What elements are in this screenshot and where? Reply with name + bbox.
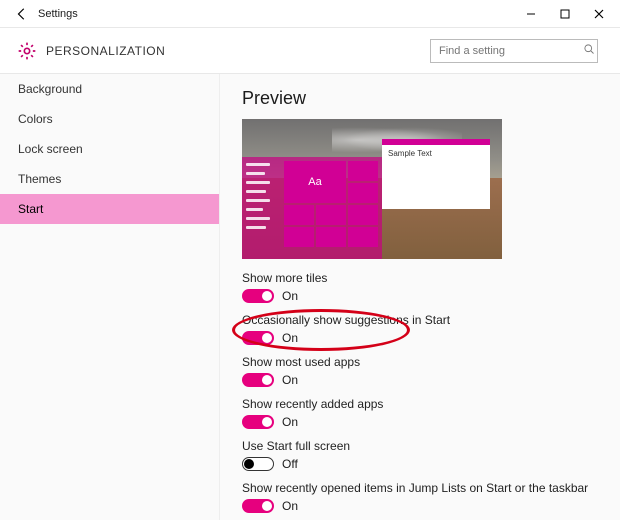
setting-label: Show more tiles bbox=[242, 271, 606, 285]
window-title: Settings bbox=[38, 8, 78, 20]
setting-row: Show recently added apps On bbox=[242, 397, 606, 429]
search-box[interactable] bbox=[430, 39, 598, 63]
setting-row: Show most used apps On bbox=[242, 355, 606, 387]
toggle-switch[interactable] bbox=[242, 289, 274, 303]
setting-label: Occasionally show suggestions in Start bbox=[242, 313, 606, 327]
toggle-state-label: On bbox=[282, 415, 298, 429]
toggle-switch[interactable] bbox=[242, 415, 274, 429]
back-button[interactable] bbox=[10, 2, 34, 26]
minimize-button[interactable] bbox=[514, 0, 548, 28]
gear-icon bbox=[16, 40, 38, 62]
maximize-button[interactable] bbox=[548, 0, 582, 28]
titlebar: Settings bbox=[0, 0, 620, 28]
sidebar-item-lock-screen[interactable]: Lock screen bbox=[0, 134, 219, 164]
toggle-state-label: Off bbox=[282, 457, 298, 471]
search-icon bbox=[583, 43, 595, 58]
page-title: PERSONALIZATION bbox=[46, 44, 165, 58]
setting-row: Show more tiles On bbox=[242, 271, 606, 303]
toggle-state-label: On bbox=[282, 289, 298, 303]
setting-row: Show recently opened items in Jump Lists… bbox=[242, 481, 606, 513]
setting-row: Use Start full screen Off bbox=[242, 439, 606, 471]
toggle-switch[interactable] bbox=[242, 373, 274, 387]
preview-start-panel: Aa bbox=[242, 157, 382, 259]
page-header: PERSONALIZATION bbox=[0, 28, 620, 74]
toggle-switch[interactable] bbox=[242, 499, 274, 513]
setting-label: Show recently added apps bbox=[242, 397, 606, 411]
content-pane: Preview Aa bbox=[220, 74, 620, 520]
setting-label: Use Start full screen bbox=[242, 439, 606, 453]
toggle-switch[interactable] bbox=[242, 457, 274, 471]
preview-sample-window: Sample Text bbox=[382, 139, 490, 209]
toggle-state-label: On bbox=[282, 331, 298, 345]
settings-list: Show more tilesOnOccasionally show sugge… bbox=[242, 271, 606, 513]
sidebar-item-themes[interactable]: Themes bbox=[0, 164, 219, 194]
preview-heading: Preview bbox=[242, 88, 606, 109]
toggle-state-label: On bbox=[282, 373, 298, 387]
sidebar: BackgroundColorsLock screenThemesStart bbox=[0, 74, 220, 520]
preview-tile-aa: Aa bbox=[284, 161, 346, 203]
toggle-switch[interactable] bbox=[242, 331, 274, 345]
close-button[interactable] bbox=[582, 0, 616, 28]
preview-image: Aa Sample Text bbox=[242, 119, 502, 259]
preview-sample-text: Sample Text bbox=[388, 149, 432, 158]
sidebar-item-start[interactable]: Start bbox=[0, 194, 219, 224]
toggle-state-label: On bbox=[282, 499, 298, 513]
sidebar-item-colors[interactable]: Colors bbox=[0, 104, 219, 134]
search-input[interactable] bbox=[437, 44, 583, 58]
setting-label: Show recently opened items in Jump Lists… bbox=[242, 481, 606, 495]
sidebar-item-background[interactable]: Background bbox=[0, 74, 219, 104]
setting-label: Show most used apps bbox=[242, 355, 606, 369]
setting-row: Occasionally show suggestions in Start On bbox=[242, 313, 606, 345]
